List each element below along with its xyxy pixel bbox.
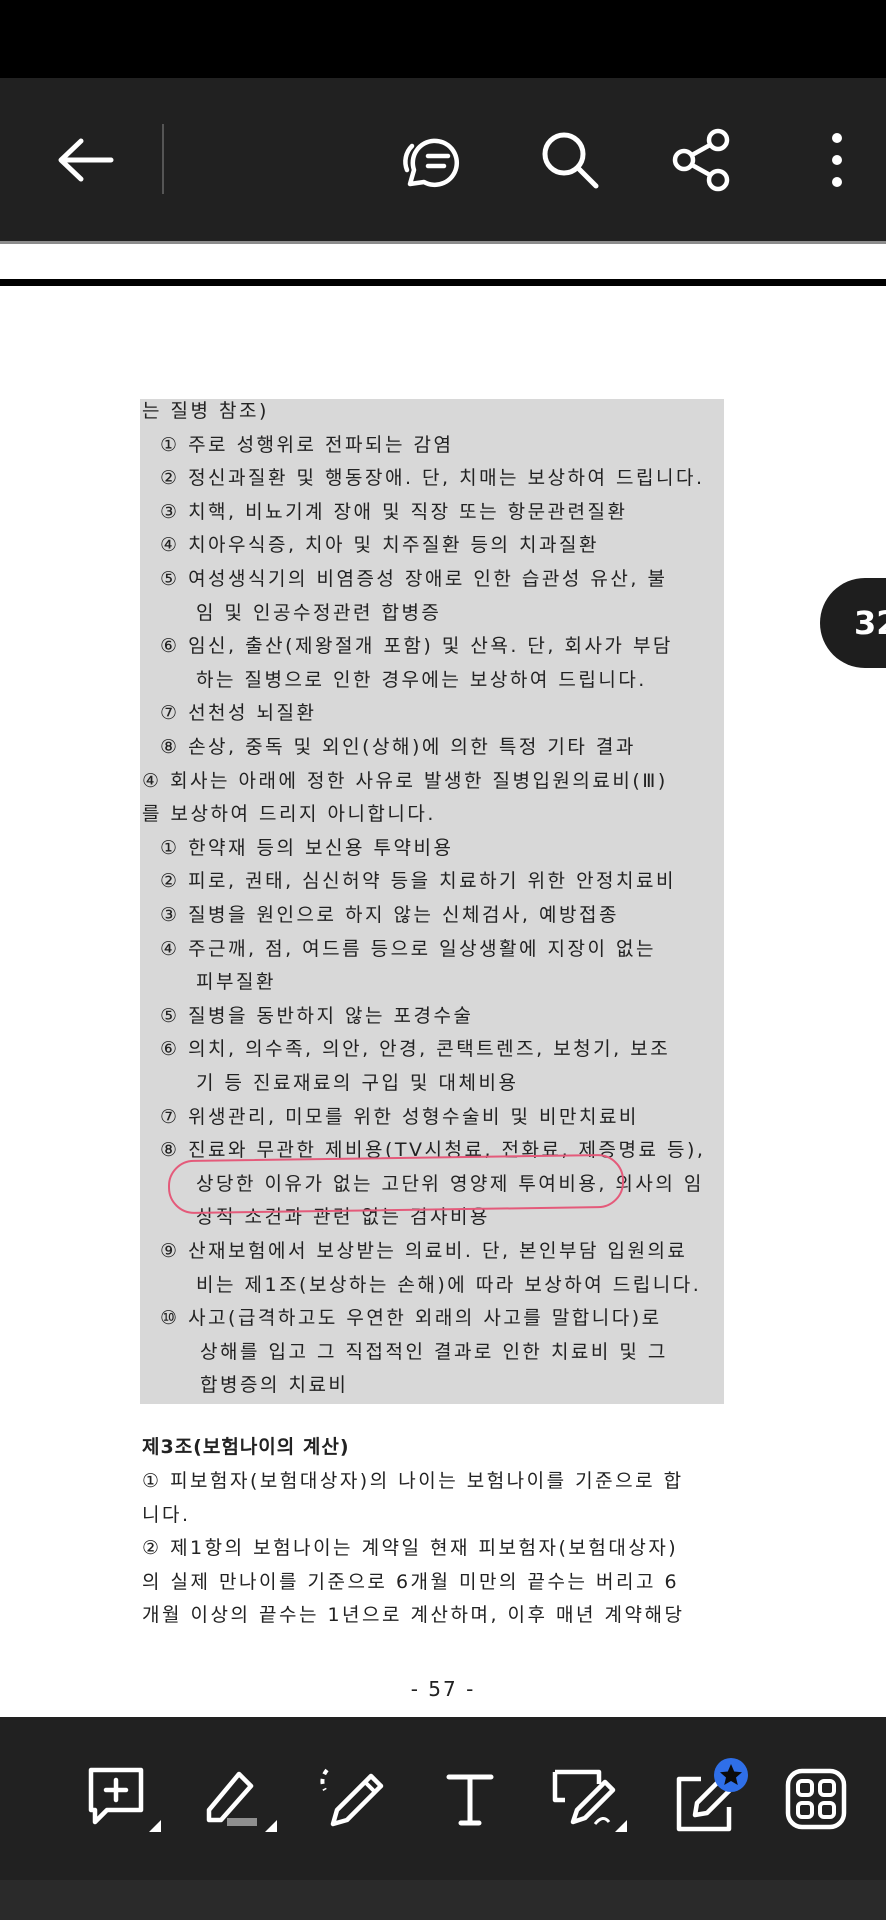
share-button[interactable] xyxy=(662,78,742,241)
exclusion-line: ⑥ 의치, 의수족, 의안, 안경, 콘택트렌즈, 보청기, 보조 xyxy=(160,1038,671,1061)
text-tool-icon xyxy=(446,1774,494,1825)
exclusion-line: 임 및 인공수정관련 합병증 xyxy=(196,601,442,624)
highlighter-icon xyxy=(206,1771,277,1832)
exclusion-line: ① 주로 성행위로 전파되는 감염 xyxy=(160,433,454,456)
exclusion-line: ④ 주근깨, 점, 여드름 등으로 일상생활에 지장이 없는 xyxy=(160,937,656,960)
section-body-line: 니다. xyxy=(142,1504,191,1526)
exclusion-line: ⑤ 여성생식기의 비염증성 장애로 인한 습관성 유산, 불 xyxy=(160,568,668,590)
exclusion-line: 를 보상하여 드리지 아니합니다. xyxy=(142,803,436,826)
exclusion-line: 기 등 진료재료의 구입 및 대체비용 xyxy=(196,1072,519,1094)
exclusion-line: ④ 치아우식증, 치아 및 치주질환 등의 치과질환 xyxy=(160,534,599,557)
section-body-line: 의 실제 만나이를 기준으로 6개월 미만의 끝수는 버리고 6 xyxy=(142,1571,680,1593)
add-comment-button[interactable] xyxy=(80,1717,170,1880)
text-recognition-icon xyxy=(403,138,460,187)
text-tool-button[interactable] xyxy=(430,1717,510,1880)
edit-pen-button[interactable] xyxy=(664,1717,754,1880)
top-toolbar xyxy=(0,78,886,241)
exclusion-line: 합병증의 치료비 xyxy=(200,1374,349,1397)
back-button[interactable] xyxy=(40,78,130,241)
page-divider-thin xyxy=(0,241,886,244)
page-divider-thick xyxy=(0,279,886,286)
edit-pen-icon xyxy=(676,1757,748,1831)
exclusion-line: ② 정신과질환 및 행동장애. 단, 치매는 보상하여 드립니다. xyxy=(160,467,705,490)
handwritten-annotation[interactable] xyxy=(167,1153,625,1215)
exclusion-line: 피부질환 xyxy=(196,971,276,994)
exclusion-line: 상해를 입고 그 직접적인 결과로 인한 치료비 및 그 xyxy=(200,1340,668,1363)
page-number: - 57 - xyxy=(410,1677,476,1701)
exclusion-line: ⑩ 사고(급격하고도 우연한 외래의 사고를 말합니다)로 xyxy=(160,1307,662,1330)
section-body-line: 개월 이상의 끝수는 1년으로 계산하며, 이후 매년 계약해당 xyxy=(142,1604,685,1626)
more-tools-button[interactable] xyxy=(776,1717,856,1880)
exclusion-line: ④ 회사는 아래에 정한 사유로 발생한 질병입원의료비(Ⅲ) xyxy=(142,769,668,792)
signature-button[interactable] xyxy=(546,1717,636,1880)
exclusion-line: 하는 질병으로 인한 경우에는 보상하여 드립니다. xyxy=(196,668,647,691)
share-icon xyxy=(672,128,730,191)
search-icon xyxy=(542,132,599,188)
exclusion-line: ③ 질병을 원인으로 하지 않는 신체검사, 예방접종 xyxy=(160,904,619,926)
exclusion-line: ⑧ 손상, 중독 및 외인(상해)에 의한 특정 기타 결과 xyxy=(160,736,636,758)
exclusion-line: ⑦ 위생관리, 미모를 위한 성형수술비 및 비만치료비 xyxy=(160,1105,639,1128)
section-body-line: ② 제1항의 보험나이는 계약일 현재 피보험자(보험대상자) xyxy=(142,1537,679,1559)
section-body-line: ① 피보험자(보험대상자)의 나이는 보험나이를 기준으로 합 xyxy=(142,1470,684,1492)
search-button[interactable] xyxy=(530,78,610,241)
status-bar xyxy=(0,0,886,78)
section-title: 제3조(보험나이의 계산) xyxy=(142,1436,350,1458)
lasso-pen-button[interactable] xyxy=(312,1717,402,1880)
exclusion-line: ③ 치핵, 비뇨기계 장애 및 직장 또는 항문관련질환 xyxy=(160,500,628,523)
exclusion-line: ⑤ 질병을 동반하지 않는 포경수술 xyxy=(160,1004,474,1027)
more-options-button[interactable] xyxy=(810,78,864,241)
highlighter-button[interactable] xyxy=(196,1717,286,1880)
text-recognition-button-icon[interactable] xyxy=(395,78,475,241)
more-vertical-icon xyxy=(832,132,842,187)
back-arrow-icon xyxy=(58,138,114,181)
bottom-toolbar xyxy=(0,1717,886,1880)
exclusion-line: ⑨ 산재보험에서 보상받는 의료비. 단, 본인부담 입원의료 xyxy=(160,1240,688,1262)
exclusion-line: ⑥ 임신, 출산(제왕절개 포함) 및 산욕. 단, 회사가 부담 xyxy=(160,635,673,658)
document-page[interactable]: 는 질병 참조) ① 주로 성행위로 전파되는 감염 ② 정신과질환 및 행동장애.… xyxy=(0,241,886,1717)
exclusion-line: 비는 제1조(보상하는 손해)에 따라 보상하여 드립니다. xyxy=(196,1273,702,1296)
exclusion-line: ② 피로, 권태, 심신허약 등을 치료하기 위한 안정치료비 xyxy=(160,870,676,893)
exclusion-line: 는 질병 참조) xyxy=(142,400,269,422)
exclusion-line: ⑦ 선천성 뇌질환 xyxy=(160,702,317,725)
navigation-bar xyxy=(0,1880,886,1920)
grid-apps-icon xyxy=(785,1768,847,1829)
signature-icon xyxy=(552,1769,627,1832)
add-comment-icon xyxy=(88,1767,161,1832)
toolbar-divider xyxy=(162,124,164,194)
lasso-pen-icon xyxy=(320,1768,384,1826)
exclusion-line: ① 한약재 등의 보신용 투약비용 xyxy=(160,836,454,859)
